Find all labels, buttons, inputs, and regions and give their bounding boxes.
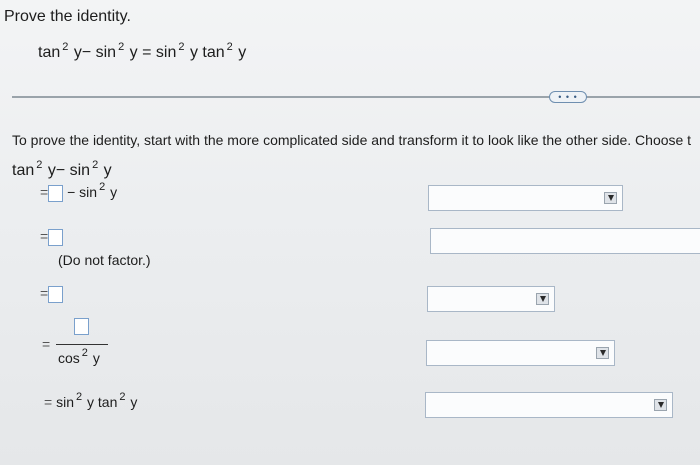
- reason-dropdown-3[interactable]: [427, 286, 555, 312]
- step-2-answer-box[interactable]: [48, 228, 64, 246]
- fraction-bar: [56, 344, 108, 345]
- step-2: =: [40, 228, 64, 246]
- dropdown-arrow-icon[interactable]: [596, 347, 609, 359]
- question-instruction: Prove the identity.: [4, 8, 131, 25]
- start-expression: tan 2 y− sin 2 y: [12, 159, 112, 179]
- dropdown-arrow-icon[interactable]: [536, 293, 549, 305]
- dropdown-arrow-icon[interactable]: [604, 192, 617, 204]
- fraction-denominator: cos 2 y: [58, 347, 100, 366]
- reason-dropdown-4[interactable]: [426, 340, 615, 366]
- expand-more-button[interactable]: • • •: [549, 91, 587, 103]
- dropdown-arrow-icon[interactable]: [654, 399, 667, 411]
- step-1-answer-box[interactable]: [48, 184, 64, 202]
- step-3: =: [40, 285, 64, 303]
- instructions-text: To prove the identity, start with the mo…: [12, 132, 692, 148]
- reason-dropdown-1[interactable]: [428, 185, 623, 211]
- step-1: = − sin 2 y: [40, 181, 118, 202]
- reason-dropdown-2[interactable]: [430, 228, 700, 254]
- step-4-numerator-box[interactable]: [74, 318, 89, 336]
- step-4-equals: =: [42, 336, 51, 352]
- do-not-factor-note: (Do not factor.): [58, 252, 151, 268]
- question-page: Prove the identity. tan 2 y− sin 2 y = sin…: [0, 0, 700, 465]
- step-3-answer-box[interactable]: [48, 285, 64, 303]
- reason-dropdown-5[interactable]: [425, 392, 673, 418]
- section-divider: [12, 96, 700, 98]
- identity-equation: tan 2 y− sin 2 y = sin 2 y tan 2 y: [38, 41, 247, 61]
- step-5: = sin 2 y tan 2 y: [44, 391, 138, 410]
